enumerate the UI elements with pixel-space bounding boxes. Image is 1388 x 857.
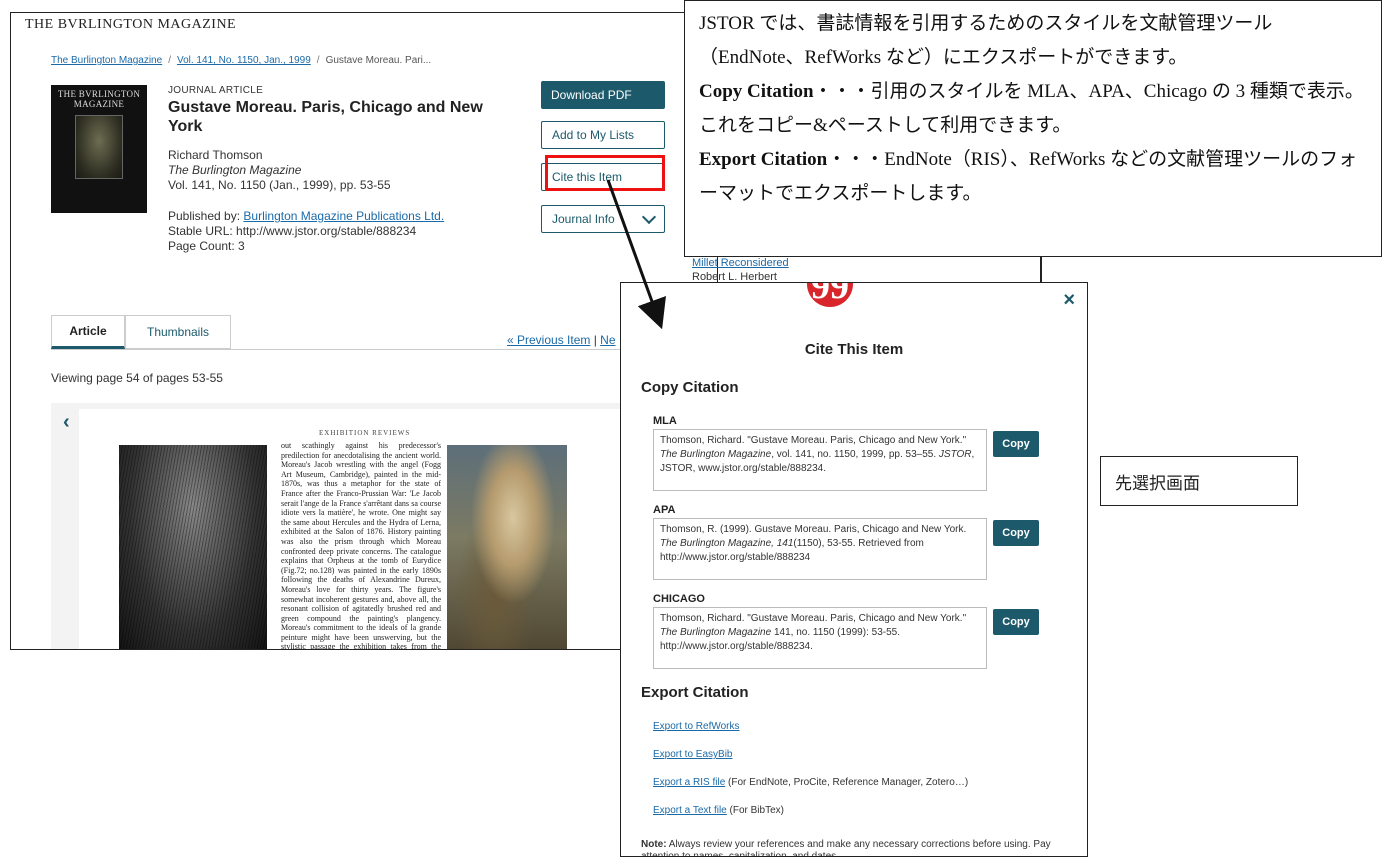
export-easybib-row: Export to EasyBib [653,749,732,760]
mla-text: Thomson, Richard. "Gustave Moreau. Paris… [660,435,967,446]
publisher-link[interactable]: Burlington Magazine Publications Ltd. [243,209,444,223]
modal-note: Note: Always review your references and … [641,839,1081,857]
callout-copy-label: Copy Citation [699,81,814,102]
note-label: Note: [641,839,667,850]
mla-database: JSTOR [938,449,972,460]
export-text-link[interactable]: Export a Text file [653,805,727,816]
running-head: EXHIBITION REVIEWS [319,429,411,437]
callout-connector [1040,256,1042,284]
modal-title: Cite This Item [804,341,904,358]
download-pdf-button[interactable]: Download PDF [541,81,665,109]
previous-item-link[interactable]: « Previous Item [507,333,590,347]
article-journal: The Burlington Magazine [168,163,302,177]
copy-citation-heading: Copy Citation [641,379,739,396]
chicago-text: Thomson, Richard. "Gustave Moreau. Paris… [660,613,967,624]
journal-info-label: Journal Info [552,212,615,226]
apa-label: APA [653,504,676,516]
export-ris-link[interactable]: Export a RIS file [653,777,725,788]
copy-chicago-button[interactable]: Copy [993,609,1039,635]
tab-thumbnails[interactable]: Thumbnails [125,315,231,349]
page-count: Page Count: 3 [168,239,245,253]
breadcrumb: The Burlington Magazine / Vol. 141, No. 11… [51,55,432,66]
article-author: Richard Thomson [168,148,263,162]
callout-intro: JSTOR では、書誌情報を引用するためのスタイルを文献管理ツール（EndNot… [699,13,1273,68]
article-title: Gustave Moreau. Paris, Chicago and New Y… [168,99,483,135]
engraving-image [119,445,267,649]
callout-export-label: Export Citation [699,149,828,170]
screen-label: 先選択画面 [1100,456,1298,506]
journal-info-dropdown[interactable]: Journal Info [541,205,665,233]
article-volume: Vol. 141, No. 1150 (Jan., 1999), pp. 53-… [168,178,391,192]
export-ris-row: Export a RIS file (For EndNote, ProCite,… [653,777,968,788]
publisher-label: Published by: [168,209,241,223]
chevron-down-icon [641,209,657,225]
article-metadata: JOURNAL ARTICLE Gustave Moreau. Paris, C… [168,85,508,254]
painting-image [447,445,567,649]
chicago-label: CHICAGO [653,593,705,605]
breadcrumb-current: Gustave Moreau. Pari... [325,55,432,66]
mla-label: MLA [653,415,677,427]
previous-page-chevron-icon[interactable]: ‹ [63,411,70,434]
related-item-link[interactable]: Millet Reconsidered [692,257,789,269]
cover-title: THE BVRLINGTON MAGAZINE [57,89,141,109]
export-refworks-link[interactable]: Export to RefWorks [653,721,740,732]
highlight-box [545,155,665,191]
explanation-callout: JSTOR では、書誌情報を引用するためのスタイルを文献管理ツール（EndNot… [684,0,1382,257]
add-to-lists-button[interactable]: Add to My Lists [541,121,665,149]
chicago-citation-box[interactable]: Thomson, Richard. "Gustave Moreau. Paris… [653,607,987,669]
journal-cover-image: THE BVRLINGTON MAGAZINE [51,85,147,213]
note-text: Always review your references and make a… [641,839,1051,857]
export-text-desc: (For BibTex) [726,805,784,816]
export-refworks-row: Export to RefWorks [653,721,740,732]
article-type: JOURNAL ARTICLE [168,85,264,96]
apa-journal: The Burlington Magazine, 141 [660,538,794,549]
mla-citation-box[interactable]: Thomson, Richard. "Gustave Moreau. Paris… [653,429,987,491]
apa-citation-box[interactable]: Thomson, R. (1999). Gustave Moreau. Pari… [653,518,987,580]
jstor-page-screenshot: THE BVRLINGTON MAGAZINE The Burlington M… [10,12,718,650]
copy-mla-button[interactable]: Copy [993,431,1039,457]
page-body-text: out scathingly against his predecessor's… [281,441,441,650]
stable-url: Stable URL: http://www.jstor.org/stable/… [168,224,417,238]
close-icon[interactable]: × [1063,289,1075,312]
magazine-title: THE BVRLINGTON MAGAZINE [25,17,237,32]
copy-apa-button[interactable]: Copy [993,520,1039,546]
viewer-tabs: Article Thumbnails [51,315,716,350]
export-text-row: Export a Text file (For BibTex) [653,805,784,816]
mla-text-2: , vol. 141, no. 1150, 1999, pp. 53–55. [771,449,939,460]
chicago-journal: The Burlington Magazine [660,627,772,638]
breadcrumb-journal[interactable]: The Burlington Magazine [51,55,162,66]
publisher-line: Published by: Burlington Magazine Public… [168,209,508,224]
export-citation-heading: Export Citation [641,684,749,701]
quote-icon: 99 [807,283,853,307]
export-easybib-link[interactable]: Export to EasyBib [653,749,732,760]
cover-portrait [75,115,123,179]
cite-this-item-modal: 99 × Cite This Item Copy Citation MLA Th… [620,282,1088,857]
next-item-link[interactable]: Ne [600,333,615,347]
viewing-status: Viewing page 54 of pages 53-55 [51,371,223,385]
export-ris-desc: (For EndNote, ProCite, Reference Manager… [725,777,969,788]
apa-text: Thomson, R. (1999). Gustave Moreau. Pari… [660,524,967,535]
mla-journal: The Burlington Magazine [660,449,772,460]
item-navigation: « Previous Item | Ne [507,333,616,347]
breadcrumb-issue[interactable]: Vol. 141, No. 1150, Jan., 1999 [177,55,311,66]
tab-article[interactable]: Article [51,315,125,349]
